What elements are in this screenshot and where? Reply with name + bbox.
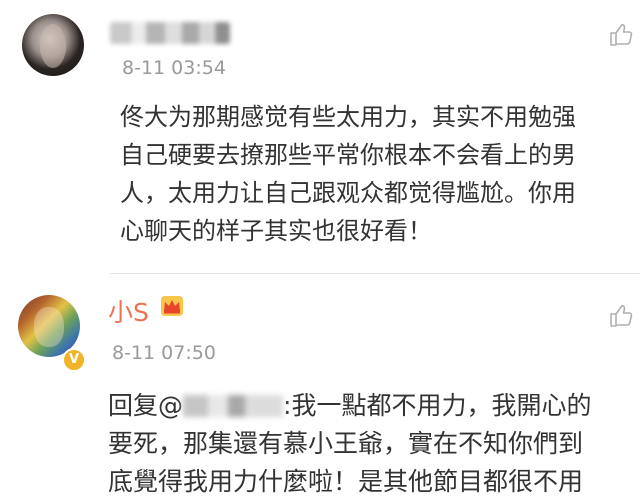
crown-icon (161, 296, 183, 316)
thumbs-up-icon[interactable] (608, 22, 634, 48)
comment-time: 8-11 03:54 (122, 57, 226, 79)
blurred-mention[interactable] (183, 395, 284, 417)
username[interactable]: 小S (108, 293, 149, 329)
comment-line: 自己硬要去撩那些平常你根本不会看上的男 (120, 141, 576, 169)
comment-item: 8-11 03:54 佟大为那期感觉有些太用力，其实不用勉强 自己硬要去撩那些平… (0, 0, 640, 275)
blurred-username[interactable] (110, 22, 230, 44)
reply-prefix: 回复@ (108, 391, 184, 420)
comment-line: 佟大为那期感觉有些太用力，其实不用勉强 (120, 103, 576, 131)
comment-line: 回复@ :我一點都不用力，我開心的 (108, 387, 591, 425)
reply-text: :我一點都不用力，我開心的 (283, 391, 592, 420)
avatar[interactable] (22, 14, 84, 76)
divider (110, 273, 640, 274)
comment-line: 要死，那集還有慕小王爺，實在不知你們到 (108, 429, 584, 458)
comment-line: 人，太用力让自己跟观众都觉得尴尬。你用 (120, 179, 576, 207)
comment-text: 回复@ :我一點都不用力，我開心的 要死，那集還有慕小王爺，實在不知你們到 底覺得… (108, 387, 591, 501)
comment-line: 底覺得我用力什麼啦！是其他節目都很不用 (108, 467, 584, 496)
comment-time: 8-11 07:50 (112, 342, 216, 364)
comment-item: V 小S 8-11 07:50 回复@ :我一點都不用力，我開心的 要死，那集還有… (0, 275, 640, 496)
thumbs-up-icon[interactable] (608, 303, 634, 329)
comment-text: 佟大为那期感觉有些太用力，其实不用勉强 自己硬要去撩那些平常你根本不会看上的男 … (120, 98, 576, 250)
verified-v-icon: V (62, 348, 86, 372)
comment-line: 心聊天的样子其实也很好看！ (120, 217, 432, 245)
